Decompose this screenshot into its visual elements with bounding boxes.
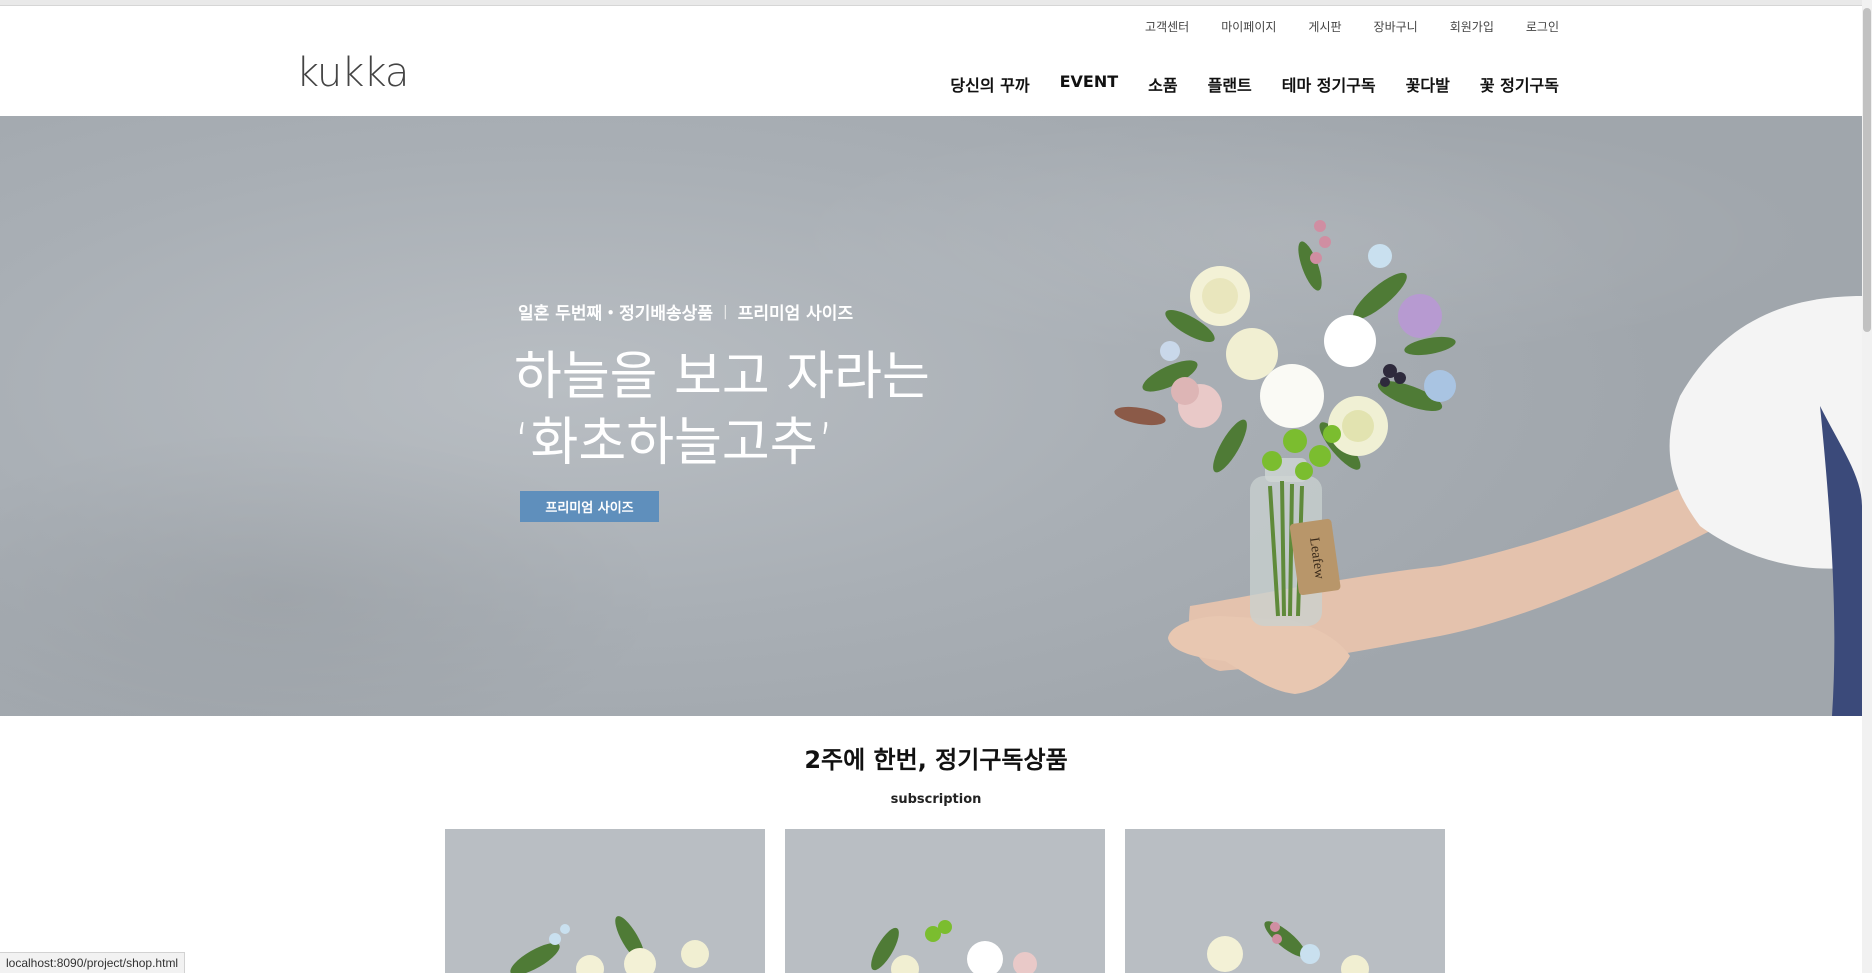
util-nav-customer-center[interactable]: 고객센터: [1145, 18, 1189, 35]
section-subtitle: subscription: [890, 792, 982, 807]
main-nav-theme-subscription[interactable]: 테마 정기구독: [1282, 72, 1376, 96]
site-header: kukka 고객센터 마이페이지 게시판 장바구니 회원가입 로그인 당신의 꾸…: [0, 6, 1862, 116]
main-nav-flower-subscription[interactable]: 꽃 정기구독: [1480, 72, 1559, 96]
main-nav-your-kukka[interactable]: 당신의 꾸까: [950, 72, 1029, 96]
product-image-2: [785, 829, 1105, 973]
product-image-1: [445, 829, 765, 973]
util-nav-login[interactable]: 로그인: [1526, 18, 1559, 35]
util-nav-signup[interactable]: 회원가입: [1450, 18, 1494, 35]
main-nav-plant[interactable]: 플랜트: [1208, 72, 1252, 96]
section-title: 2주에 한번, 정기구독상품: [804, 746, 1068, 774]
main-nav-props[interactable]: 소품: [1148, 72, 1177, 96]
logo[interactable]: kukka: [296, 50, 409, 96]
util-nav-cart[interactable]: 장바구니: [1374, 18, 1418, 35]
util-nav-mypage[interactable]: 마이페이지: [1221, 18, 1276, 35]
scrollbar-thumb[interactable]: [1863, 8, 1871, 332]
hero-banner[interactable]: 일혼 두번째・정기배송상품 | 프리미엄 사이즈 하늘을 보고 자라는 ‘화초하…: [0, 116, 1862, 716]
main-nav: 당신의 꾸까 EVENT 소품 플랜트 테마 정기구독 꽃다발 꽃 정기구독: [950, 72, 1559, 96]
hero-subtitle-separator: |: [722, 303, 728, 320]
product-card-2[interactable]: [785, 829, 1105, 973]
bouquet-illustration: Leafew: [1114, 220, 1862, 716]
product-image-3: [1125, 829, 1445, 973]
main-nav-event[interactable]: EVENT: [1060, 72, 1119, 96]
main-nav-bouquet[interactable]: 꽃다발: [1406, 72, 1450, 96]
vertical-scrollbar[interactable]: [1862, 0, 1872, 973]
hero-subtitle-right: 프리미엄 사이즈: [737, 304, 854, 324]
util-nav-board[interactable]: 게시판: [1308, 18, 1341, 35]
premium-size-button[interactable]: 프리미엄 사이즈: [520, 491, 659, 522]
hero-title-line-1: 하늘을 보고 자라는: [514, 347, 930, 407]
hero-title-line-2: ‘화초하늘고추’: [514, 413, 835, 473]
hero-subtitle: 일혼 두번째・정기배송상품 | 프리미엄 사이즈: [518, 299, 854, 325]
hero-subtitle-left: 일혼 두번째・정기배송상품: [518, 304, 713, 324]
product-card-1[interactable]: [445, 829, 765, 973]
status-bar-url: localhost:8090/project/shop.html: [0, 952, 186, 973]
product-card-3[interactable]: [1125, 829, 1445, 973]
hero-title: 하늘을 보고 자라는 ‘화초하늘고추’: [514, 344, 930, 476]
utility-nav: 고객센터 마이페이지 게시판 장바구니 회원가입 로그인: [1145, 18, 1559, 35]
